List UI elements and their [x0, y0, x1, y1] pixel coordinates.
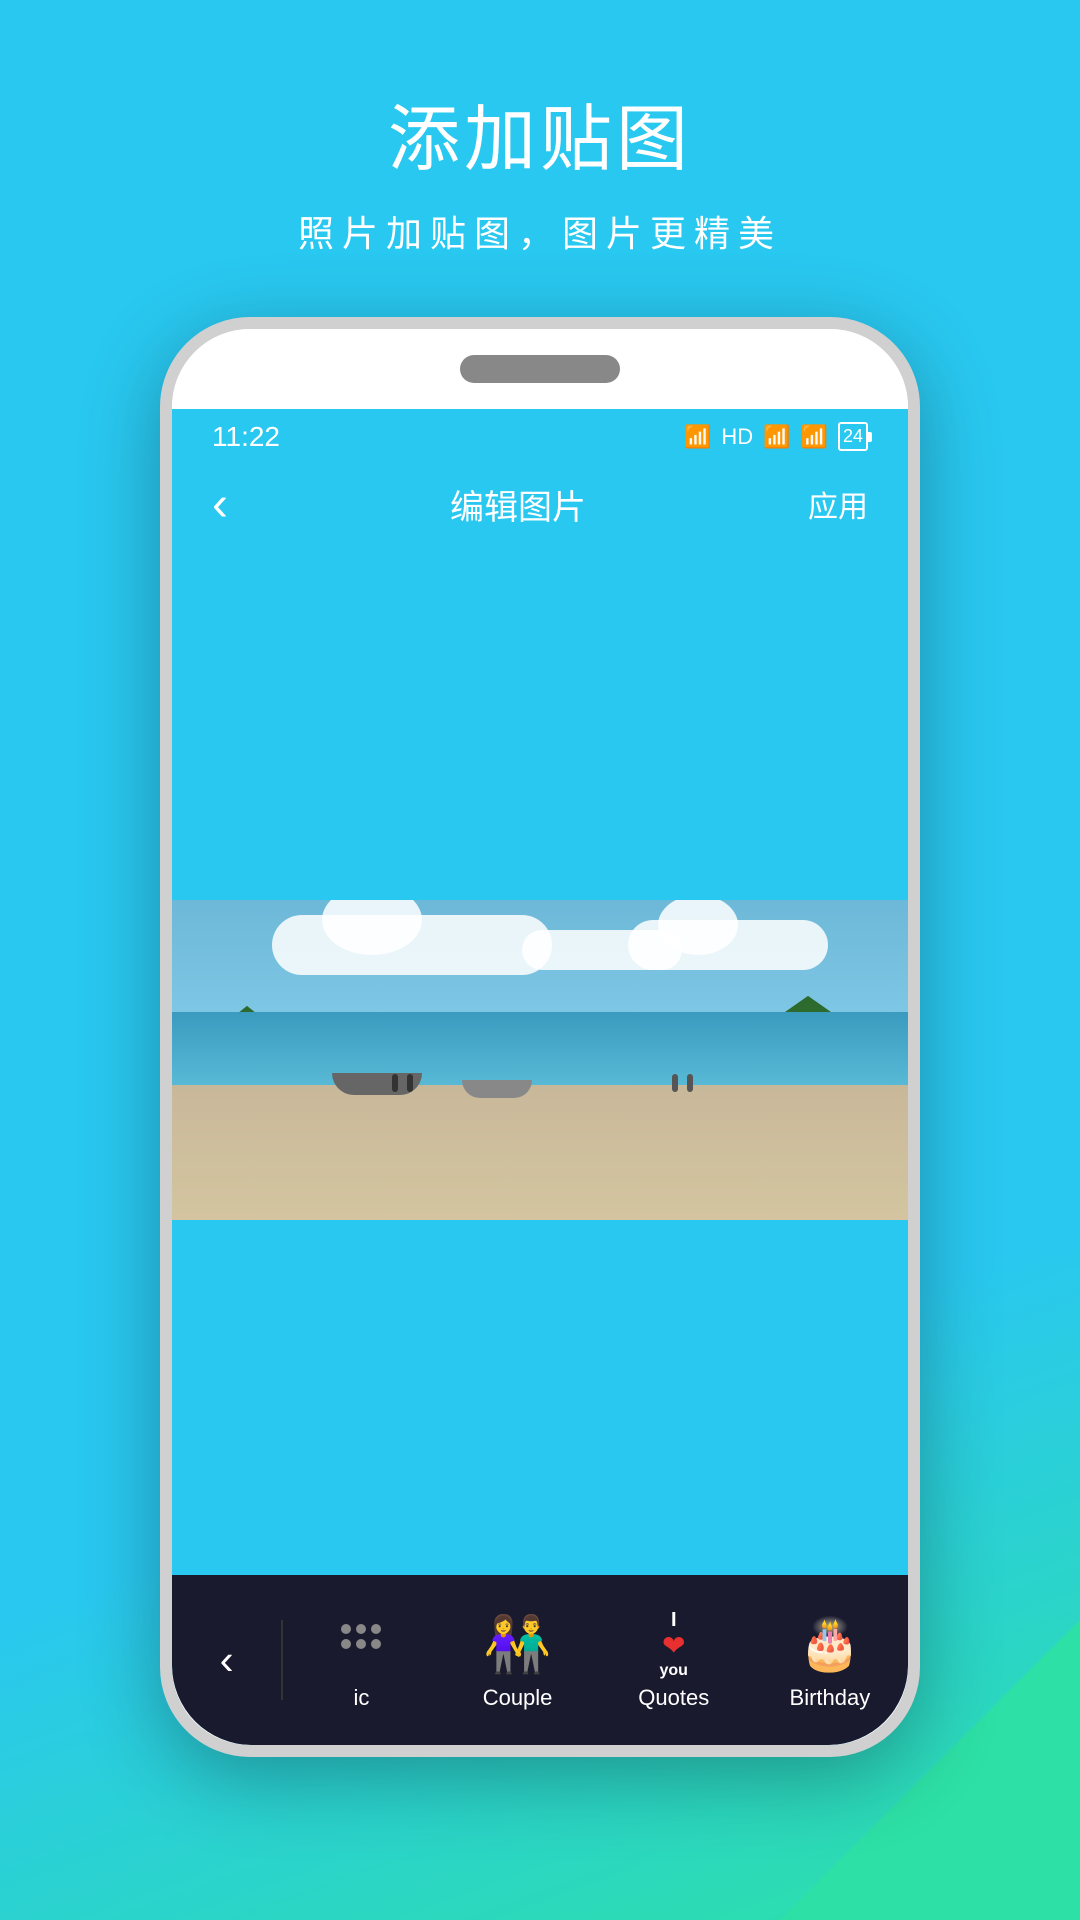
phone-speaker — [460, 355, 620, 383]
status-bar: 11:22 📶 HD 📶 📶 24 — [172, 409, 908, 464]
toolbar-item-birthday[interactable]: 🎂 Birthday — [752, 1609, 908, 1711]
sea — [172, 1012, 908, 1092]
wifi-icon: 📶 — [684, 424, 711, 450]
bottom-toolbar: ‹ ic 👫 Couple — [172, 1575, 908, 1745]
phone-screen: 11:22 📶 HD 📶 📶 24 ‹ 编辑图片 应用 — [172, 409, 908, 1745]
apply-button[interactable]: 应用 — [808, 482, 868, 526]
toolbar-item-couple[interactable]: 👫 Couple — [439, 1609, 595, 1711]
person-4 — [687, 1074, 693, 1092]
signal-icon: 📶 — [763, 424, 790, 450]
cloud-2 — [272, 915, 552, 975]
image-area — [172, 544, 908, 900]
sand — [172, 1085, 908, 1219]
birthday-icon: 🎂 — [795, 1609, 865, 1679]
ic-icon — [326, 1609, 396, 1679]
phone-mockup: 11:22 📶 HD 📶 📶 24 ‹ 编辑图片 应用 — [160, 317, 920, 1757]
person-3 — [672, 1074, 678, 1092]
nav-bar: ‹ 编辑图片 应用 — [172, 464, 908, 544]
page-title: 添加贴图 — [388, 80, 692, 185]
toolbar-back-button[interactable]: ‹ — [172, 1636, 281, 1684]
battery-icon: 24 — [838, 422, 868, 451]
couple-icon: 👫 — [483, 1609, 553, 1679]
boat-2 — [462, 1080, 532, 1098]
back-button[interactable]: ‹ — [212, 477, 228, 532]
status-icons: 📶 HD 📶 📶 24 — [684, 422, 868, 451]
image-area-below — [172, 1220, 908, 1576]
page-subtitle: 照片加贴图，图片更精美 — [298, 205, 782, 257]
signal-4g: 📶 — [801, 424, 828, 450]
couple-label: Couple — [483, 1685, 553, 1711]
toolbar-item-ic[interactable]: ic — [283, 1609, 439, 1711]
ic-label: ic — [353, 1685, 369, 1711]
status-time: 11:22 — [212, 421, 280, 453]
toolbar-item-quotes[interactable]: I ❤ you Quotes — [596, 1609, 752, 1711]
person-2 — [407, 1074, 413, 1092]
hd-label: HD — [721, 424, 753, 450]
person-1 — [392, 1074, 398, 1092]
beach-photo — [172, 900, 908, 1220]
birthday-label: Birthday — [790, 1685, 871, 1711]
cloud-3 — [522, 930, 682, 970]
quotes-icon: I ❤ you — [639, 1609, 709, 1679]
quotes-label: Quotes — [638, 1685, 709, 1711]
phone-top-bar — [172, 329, 908, 409]
nav-title: 编辑图片 — [450, 480, 586, 529]
